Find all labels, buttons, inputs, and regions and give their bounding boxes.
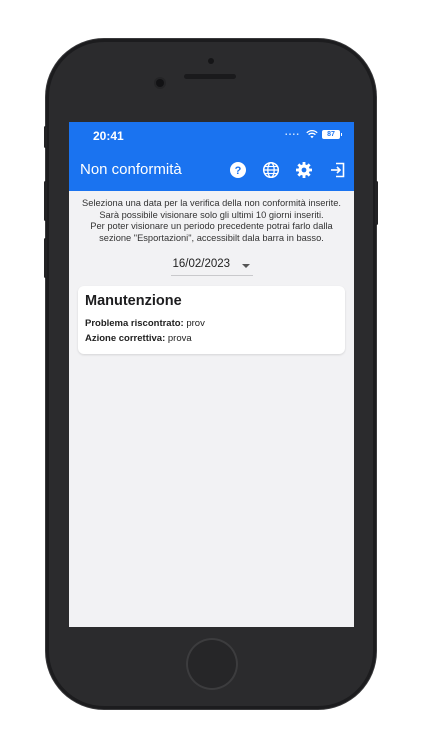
wifi-icon (306, 128, 318, 139)
action-row: Azione correttiva: prova (85, 331, 338, 346)
problem-value: prov (186, 318, 205, 330)
earpiece-speaker (184, 74, 236, 79)
action-label: Azione correttiva: (85, 333, 166, 345)
action-value: prova (167, 333, 192, 345)
status-bar: 20:41 .... 87 (69, 122, 354, 149)
status-time: 20:41 (93, 129, 124, 143)
date-picker[interactable]: 16/02/2023 (170, 258, 253, 277)
silent-switch (44, 126, 47, 148)
nonconformity-card[interactable]: Manutenzione Problema riscontrato: prov … (78, 286, 345, 355)
app-screen: 20:41 .... 87 Non conformità ? Seleziona… (69, 122, 354, 627)
problem-row: Problema riscontrato: prov (85, 316, 338, 331)
volume-down-button (44, 238, 47, 278)
gear-icon[interactable] (295, 161, 313, 179)
battery-icon: 87 (322, 130, 342, 139)
globe-icon[interactable] (262, 161, 280, 179)
proximity-sensor (208, 58, 214, 64)
app-bar: Non conformità ? (69, 149, 354, 191)
info-line-2: Per poter visionare un periodo precedent… (90, 221, 333, 243)
card-title: Manutenzione (85, 293, 182, 310)
volume-up-button (44, 181, 47, 221)
power-button (375, 181, 378, 225)
home-button[interactable] (186, 638, 238, 690)
logout-icon[interactable] (329, 161, 347, 179)
problem-label: Problema riscontrato: (85, 318, 184, 330)
signal-dots: .... (284, 127, 300, 138)
date-value: 16/02/2023 (172, 258, 231, 271)
chevron-down-icon (241, 264, 250, 269)
page-title: Non conformità (80, 161, 182, 178)
svg-text:?: ? (235, 165, 242, 177)
front-camera (156, 79, 164, 87)
help-icon[interactable]: ? (229, 161, 247, 179)
info-line-1: Seleziona una data per la verifica della… (82, 198, 341, 220)
info-text: Seleziona una data per la verifica della… (69, 191, 354, 244)
